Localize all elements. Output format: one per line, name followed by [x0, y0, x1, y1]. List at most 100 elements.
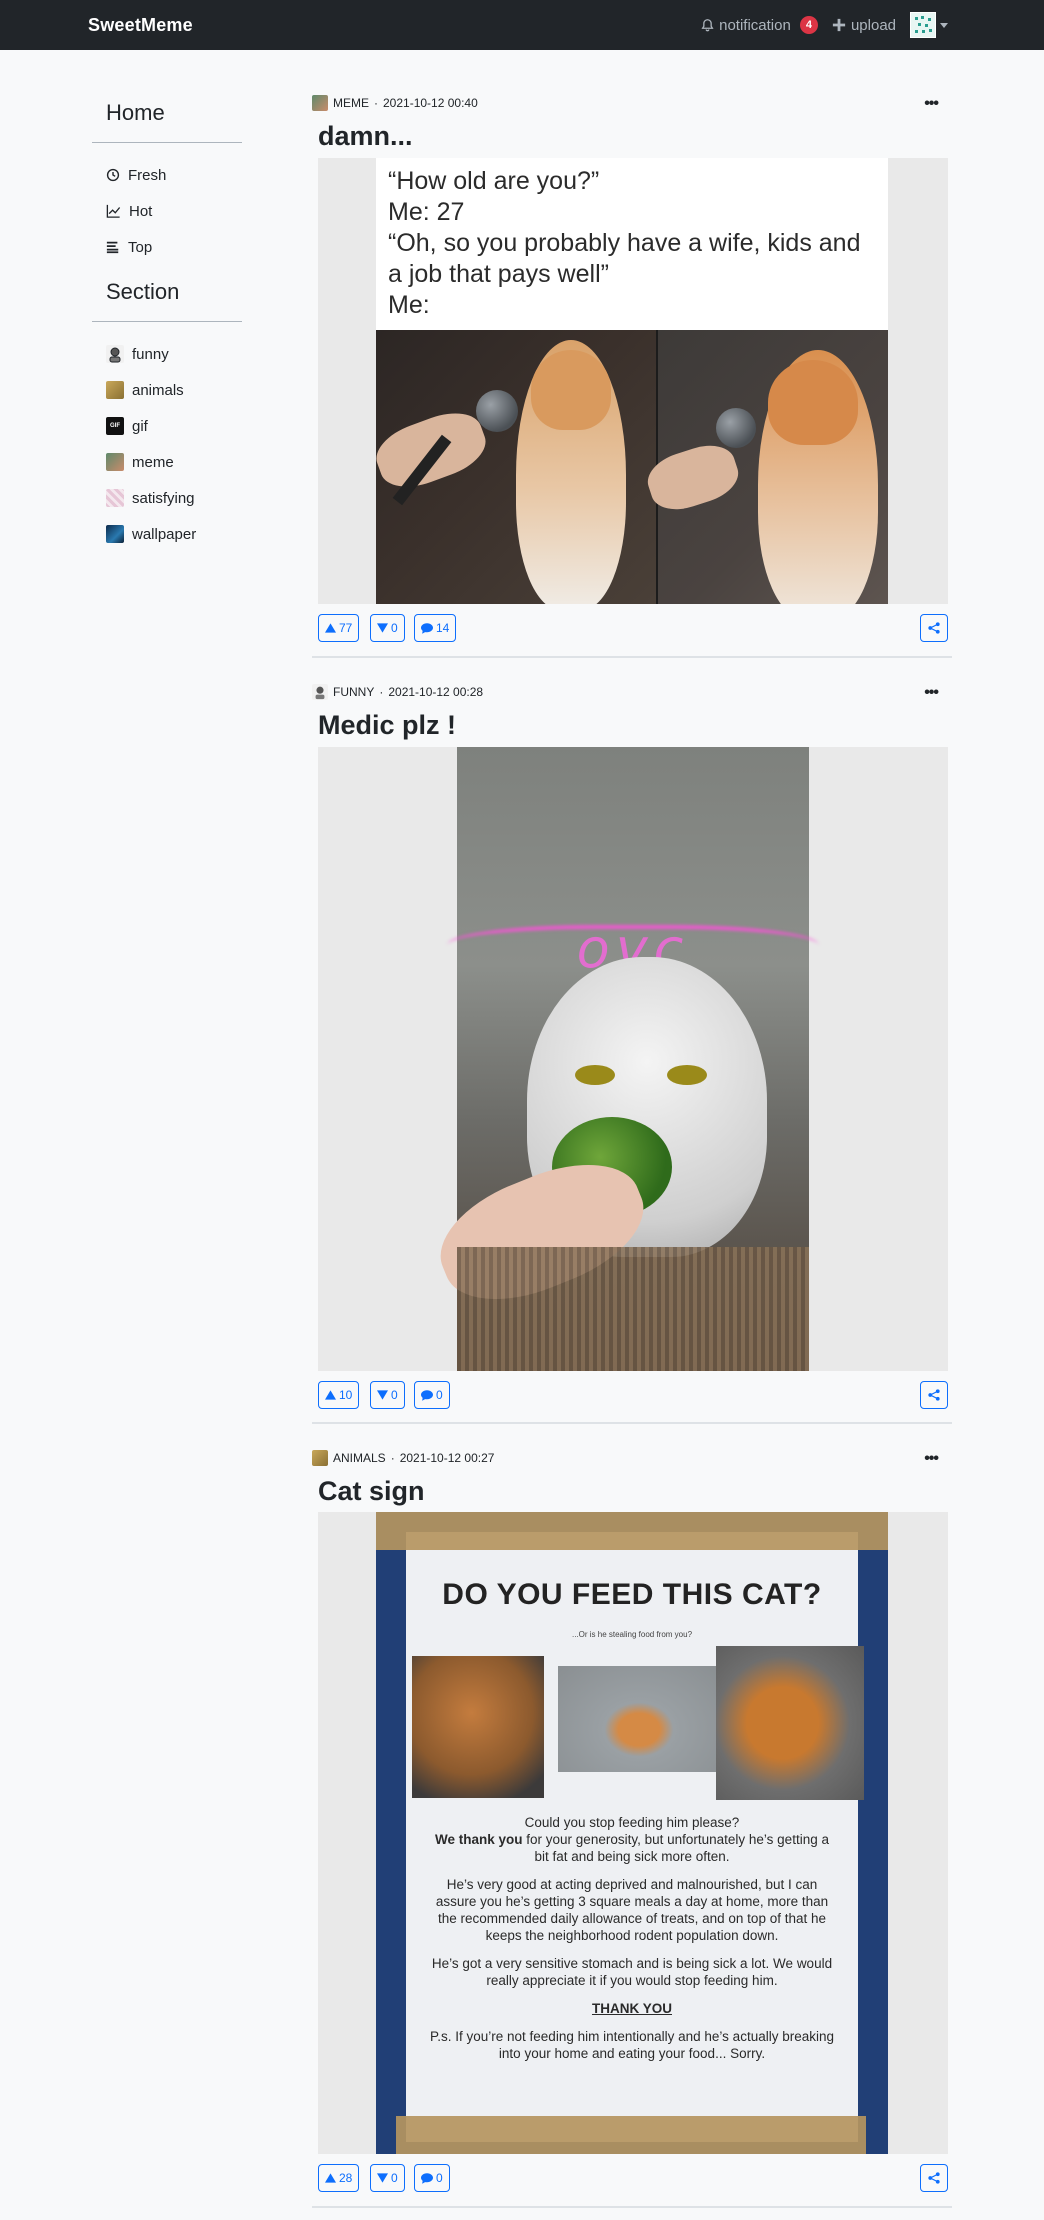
share-icon — [928, 622, 940, 634]
more-options-icon[interactable]: ••• — [924, 95, 939, 113]
post-title[interactable]: Cat sign — [318, 1472, 952, 1510]
notification-button[interactable]: notification 4 — [701, 16, 818, 34]
tape — [396, 2116, 866, 2154]
gif-section-icon: GIF — [106, 417, 124, 435]
meme-line: Me: 27 — [388, 198, 465, 226]
sign-heading: DO YOU FEED THIS CAT? — [442, 1578, 822, 1611]
notification-count-badge: 4 — [799, 16, 818, 34]
post-divider — [312, 2206, 952, 2208]
more-options-icon[interactable]: ••• — [924, 1450, 939, 1468]
comments-button[interactable]: 14 — [414, 614, 457, 642]
sidebar-item-label: gif — [132, 417, 148, 435]
post-section-link[interactable]: FUNNY — [333, 685, 374, 699]
post-image[interactable]: ovc — [318, 747, 948, 1371]
cat-sign-image: DO YOU FEED THIS CAT? ...Or is he steali… — [376, 1512, 888, 2154]
post-meta: MEME · 2021-10-12 00:40 — [312, 93, 952, 113]
brand-logo[interactable]: SweetMeme — [88, 0, 193, 50]
list-icon — [106, 241, 119, 254]
meme-section-icon — [312, 95, 328, 111]
post-card: ANIMALS · 2021-10-12 00:27 ••• Cat sign … — [312, 1448, 952, 2208]
sidebar-item-meme[interactable]: meme — [92, 444, 242, 480]
cat-photo — [558, 1666, 720, 1772]
downvote-button[interactable]: 0 — [370, 2164, 405, 2192]
meta-separator: · — [379, 685, 384, 699]
sidebar-item-label: funny — [132, 345, 169, 363]
sidebar-item-label: meme — [132, 453, 174, 471]
post-section-link[interactable]: ANIMALS — [333, 1451, 386, 1465]
post-image[interactable]: “How old are you?” Me: 27 “Oh, so you pr… — [318, 158, 948, 604]
sidebar-item-satisfying[interactable]: satisfying — [92, 480, 242, 516]
comments-button[interactable]: 0 — [414, 1381, 450, 1409]
post-card: FUNNY · 2021-10-12 00:28 ••• Medic plz !… — [312, 682, 952, 1424]
post-image[interactable]: DO YOU FEED THIS CAT? ...Or is he steali… — [318, 1512, 948, 2154]
share-button[interactable] — [920, 2164, 948, 2192]
funny-section-icon — [312, 684, 328, 700]
bell-icon — [701, 19, 714, 32]
upload-button[interactable]: upload — [832, 17, 896, 34]
meme-image: “How old are you?” Me: 27 “Oh, so you pr… — [369, 158, 888, 604]
post-title[interactable]: damn... — [318, 117, 952, 155]
sign-paragraph: He’s very good at acting deprived and ma… — [435, 1877, 829, 1943]
post-date: 2021-10-12 00:40 — [383, 96, 478, 110]
triangle-down-icon — [377, 2173, 388, 2183]
comment-count: 14 — [436, 621, 450, 635]
downvote-count: 0 — [391, 1388, 398, 1402]
sidebar-item-funny[interactable]: funny — [92, 336, 242, 372]
comments-button[interactable]: 0 — [414, 2164, 450, 2192]
divider — [92, 321, 242, 322]
sign-paper: DO YOU FEED THIS CAT? ...Or is he steali… — [406, 1532, 864, 2142]
post-section-link[interactable]: MEME — [333, 96, 369, 110]
meme-line: “Oh, so you probably have a wife, kids a… — [388, 229, 861, 257]
triangle-down-icon — [377, 1390, 388, 1400]
upvote-count: 77 — [339, 621, 353, 635]
meme-line: a job that pays well” — [388, 260, 609, 288]
comment-icon — [421, 2172, 433, 2184]
comment-icon — [421, 622, 433, 634]
sidebar-item-hot[interactable]: Hot — [92, 193, 242, 229]
post-card: MEME · 2021-10-12 00:40 ••• damn... “How… — [312, 93, 952, 663]
share-button[interactable] — [920, 1381, 948, 1409]
satisfying-section-icon — [106, 489, 124, 507]
upvote-button[interactable]: 10 — [318, 1381, 360, 1409]
clock-icon — [106, 168, 120, 182]
upload-label: upload — [850, 16, 896, 34]
chart-line-icon — [106, 204, 121, 218]
plus-icon — [832, 18, 846, 32]
share-button[interactable] — [920, 614, 948, 642]
sidebar-item-animals[interactable]: animals — [92, 372, 242, 408]
post-meta: FUNNY · 2021-10-12 00:28 — [312, 682, 952, 702]
meme-caption: “How old are you?” Me: 27 “Oh, so you pr… — [376, 158, 888, 321]
post-actions: 77 0 14 — [318, 614, 948, 642]
more-options-icon[interactable]: ••• — [924, 684, 939, 702]
downvote-button[interactable]: 0 — [370, 614, 405, 642]
notification-label: notification — [719, 16, 791, 34]
upvote-count: 28 — [339, 2171, 353, 2185]
upvote-button[interactable]: 28 — [318, 2164, 360, 2192]
sidebar-item-top[interactable]: Top — [92, 229, 242, 265]
sidebar-item-label: Fresh — [128, 166, 167, 184]
tape — [376, 1512, 888, 1550]
sign-thanks: THANK YOU — [591, 2001, 672, 2016]
navbar-actions: notification 4 upload — [701, 0, 948, 50]
share-icon — [928, 1389, 940, 1401]
cat-photo — [716, 1646, 864, 1800]
user-avatar — [910, 12, 936, 38]
sidebar-item-gif[interactable]: GIF gif — [92, 408, 242, 444]
sidebar-item-fresh[interactable]: Fresh — [92, 157, 242, 193]
meme-line: Me: — [388, 291, 430, 319]
upvote-count: 10 — [339, 1388, 353, 1402]
section-heading: Section — [106, 279, 180, 304]
cat-broccoli-image: ovc — [424, 747, 819, 1371]
downvote-button[interactable]: 0 — [370, 1381, 405, 1409]
sign-subheading: ...Or is he stealing food from you? — [571, 1630, 693, 1639]
sign-line: Could you stop feeding him please? — [524, 1815, 740, 1830]
sign-paragraph: He’s got a very sensitive stomach and is… — [431, 1956, 833, 1988]
user-menu[interactable] — [910, 12, 948, 38]
post-actions: 10 0 0 — [318, 1381, 948, 1409]
sign-bold: We thank you — [435, 1832, 523, 1847]
divider — [92, 142, 242, 143]
sidebar-item-wallpaper[interactable]: wallpaper — [92, 516, 242, 552]
post-title[interactable]: Medic plz ! — [318, 706, 952, 744]
top-navbar: SweetMeme notification 4 upload — [0, 0, 1044, 50]
upvote-button[interactable]: 77 — [318, 614, 360, 642]
